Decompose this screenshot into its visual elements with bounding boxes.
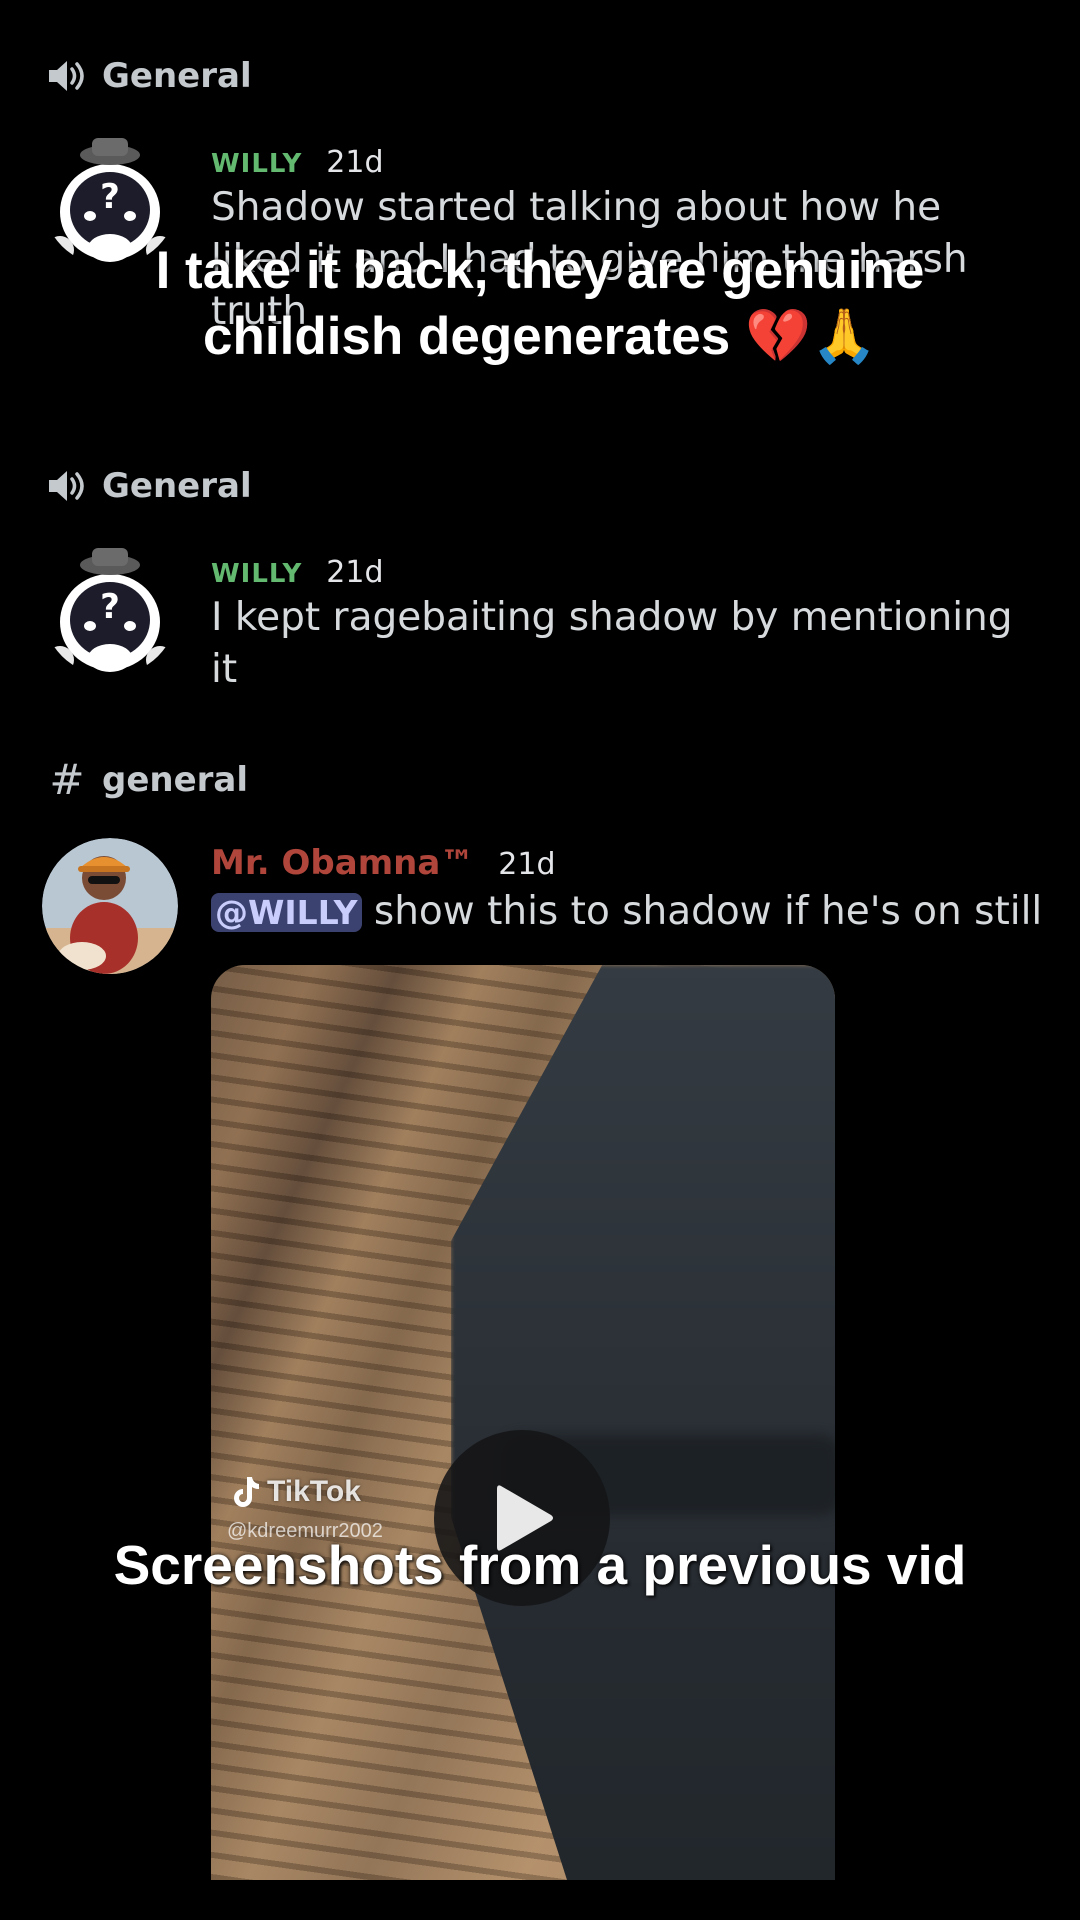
message-header: WILLY 21d <box>211 555 383 590</box>
avatar[interactable] <box>42 838 178 974</box>
message-text-body: show this to shadow if he's on still <box>361 889 1043 934</box>
user-mention[interactable]: @WILLY <box>211 893 362 932</box>
overlay-caption-bottom: Screenshots from a previous vid <box>113 1534 967 1596</box>
avatar[interactable]: ? <box>42 540 178 676</box>
username[interactable]: WILLY <box>211 149 302 179</box>
timestamp: 21d <box>326 145 384 180</box>
svg-text:?: ? <box>100 177 120 217</box>
message-text: @WILLY show this to shadow if he's on st… <box>211 886 1042 939</box>
caption-line: childish degenerates 💔🙏 <box>203 307 877 366</box>
svg-text:?: ? <box>100 587 120 627</box>
message-header: WILLY 21d <box>211 145 383 180</box>
caption-line: I take it back, they are genuine <box>155 241 925 300</box>
timestamp: 21d <box>326 555 384 590</box>
video-embed[interactable]: TikTok @kdreemurr2002 <box>211 965 835 1880</box>
username[interactable]: Mr. Obamna™ <box>211 843 474 883</box>
channel-header[interactable]: General <box>46 56 252 96</box>
channel-header[interactable]: # general <box>46 755 249 804</box>
username[interactable]: WILLY <box>211 559 302 589</box>
channel-name: General <box>102 466 252 506</box>
timestamp: 21d <box>498 847 556 882</box>
channel-name: General <box>102 56 252 96</box>
speaker-icon <box>46 56 88 96</box>
message-text: I kept ragebaiting shadow by mentioning … <box>211 595 1013 692</box>
tiktok-brand: TikTok <box>267 1475 361 1508</box>
message-header: Mr. Obamna™ 21d <box>211 843 556 883</box>
channel-name: general <box>102 760 249 800</box>
tiktok-watermark: TikTok <box>231 1475 361 1509</box>
overlay-caption-top: I take it back, they are genuine childis… <box>0 238 1080 370</box>
tiktok-icon <box>234 1477 259 1507</box>
speaker-icon <box>46 466 88 506</box>
hash-icon: # <box>49 755 85 804</box>
channel-header[interactable]: General <box>46 466 252 506</box>
